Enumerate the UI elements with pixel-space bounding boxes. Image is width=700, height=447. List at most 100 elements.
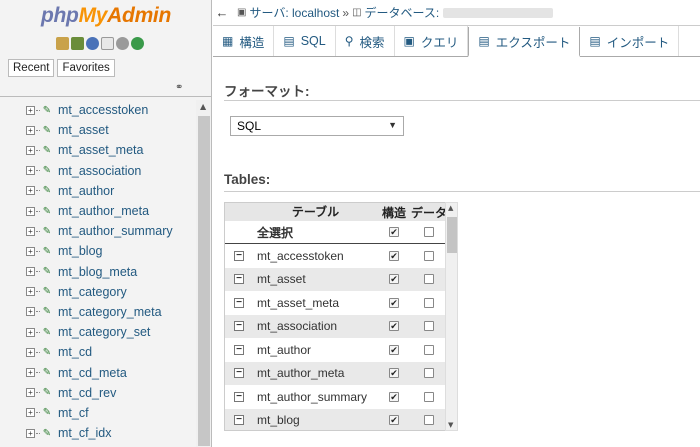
tree-item-label[interactable]: mt_cd_rev [58, 386, 116, 400]
tree-item[interactable]: + ✎ mt_cd_rev [0, 383, 196, 403]
table-structure-icon[interactable]: ✎ [41, 124, 53, 136]
tab-structure[interactable]: ▦ 構造 [213, 26, 275, 56]
table-structure-icon[interactable]: ✎ [41, 205, 53, 217]
nav-scrollbar[interactable]: ▲ [196, 100, 211, 447]
row-structure-checkbox[interactable]: ✔ [389, 297, 399, 308]
tree-item[interactable]: + ✎ mt_cf_idx [0, 423, 196, 443]
row-data-checkbox[interactable] [424, 321, 434, 332]
expand-icon[interactable]: + [26, 287, 35, 297]
tab-import[interactable]: ▤ インポート [580, 26, 680, 56]
row-data-checkbox[interactable] [424, 415, 434, 426]
row-toggle-icon[interactable]: − [234, 321, 244, 332]
tree-item[interactable]: + ✎ mt_author_meta [0, 201, 196, 221]
tab-search[interactable]: ⚲ 検索 [336, 26, 395, 56]
table-structure-icon[interactable]: ✎ [41, 367, 53, 379]
breadcrumb-server[interactable]: サーバ: localhost [249, 4, 339, 21]
tree-item-label[interactable]: mt_accesstoken [58, 103, 148, 117]
tree-item-label[interactable]: mt_category_meta [58, 305, 162, 319]
row-toggle-icon[interactable]: − [234, 250, 244, 261]
table-structure-icon[interactable]: ✎ [41, 104, 53, 116]
breadcrumb-database[interactable]: データベース: [365, 4, 440, 21]
tree-item-label[interactable]: mt_asset [58, 123, 109, 137]
tree-item-label[interactable]: mt_author_meta [58, 204, 149, 218]
format-select[interactable]: SQL ▼ [230, 116, 404, 136]
expand-icon[interactable]: + [26, 408, 35, 418]
tree-item-label[interactable]: mt_cd [58, 345, 92, 359]
row-toggle-icon[interactable]: − [234, 368, 244, 379]
scroll-down-arrow-icon[interactable]: ▼ [448, 421, 453, 429]
tree-item[interactable]: + ✎ mt_association [0, 161, 196, 181]
tab-export[interactable]: ▤ エクスポート [468, 27, 581, 57]
tree-item[interactable]: + ✎ mt_cd_meta [0, 362, 196, 382]
row-structure-checkbox[interactable]: ✔ [389, 274, 399, 285]
row-toggle-icon[interactable]: − [234, 297, 244, 308]
row-data-checkbox[interactable] [424, 274, 434, 285]
expand-icon[interactable]: + [26, 428, 35, 438]
table-structure-icon[interactable]: ✎ [41, 326, 53, 338]
scrollbar-thumb[interactable] [447, 217, 457, 253]
expand-icon[interactable]: + [26, 105, 35, 115]
table-structure-icon[interactable]: ✎ [41, 165, 53, 177]
tree-item-label[interactable]: mt_blog [58, 244, 102, 258]
expand-icon[interactable]: + [26, 166, 35, 176]
row-toggle-icon[interactable]: − [234, 344, 244, 355]
tree-item[interactable]: + ✎ mt_blog [0, 241, 196, 261]
row-structure-checkbox[interactable]: ✔ [389, 250, 399, 261]
collapse-nav-icon[interactable]: ← [213, 5, 231, 20]
tree-item[interactable]: + ✎ mt_cd [0, 342, 196, 362]
tree-item-label[interactable]: mt_author [58, 184, 114, 198]
help-icon[interactable] [86, 37, 99, 50]
scrollbar-thumb[interactable] [198, 116, 210, 446]
phpmyadmin-logo[interactable]: phpMyAdmin [0, 4, 211, 28]
tree-item[interactable]: + ✎ mt_author_summary [0, 221, 196, 241]
tree-item[interactable]: + ✎ mt_category [0, 282, 196, 302]
tab-query[interactable]: ▣ クエリ [395, 26, 469, 56]
row-structure-checkbox[interactable]: ✔ [389, 415, 399, 426]
row-data-checkbox[interactable] [424, 297, 434, 308]
home-icon[interactable] [56, 37, 69, 50]
table-structure-icon[interactable]: ✎ [41, 427, 53, 439]
row-data-checkbox[interactable] [424, 368, 434, 379]
expand-icon[interactable]: + [26, 347, 35, 357]
table-structure-icon[interactable]: ✎ [41, 185, 53, 197]
tree-item[interactable]: + ✎ mt_asset [0, 120, 196, 140]
expand-icon[interactable]: + [26, 246, 35, 256]
tree-item[interactable]: + ✎ mt_category_set [0, 322, 196, 342]
table-structure-icon[interactable]: ✎ [41, 387, 53, 399]
row-structure-checkbox[interactable]: ✔ [389, 344, 399, 355]
logout-icon[interactable] [71, 37, 84, 50]
tree-item[interactable]: + ✎ mt_category_meta [0, 302, 196, 322]
expand-icon[interactable]: + [26, 267, 35, 277]
docs-icon[interactable] [101, 37, 114, 50]
expand-icon[interactable]: + [26, 145, 35, 155]
row-toggle-icon[interactable]: − [234, 415, 244, 426]
table-structure-icon[interactable]: ✎ [41, 245, 53, 257]
table-structure-icon[interactable]: ✎ [41, 144, 53, 156]
expand-icon[interactable]: + [26, 125, 35, 135]
tree-item-label[interactable]: mt_category [58, 285, 127, 299]
expand-icon[interactable]: + [26, 388, 35, 398]
reload-icon[interactable] [131, 37, 144, 50]
tree-item-label[interactable]: mt_cd_meta [58, 366, 127, 380]
row-structure-checkbox[interactable]: ✔ [389, 391, 399, 402]
expand-icon[interactable]: + [26, 327, 35, 337]
settings-gear-icon[interactable] [116, 37, 129, 50]
tree-item-label[interactable]: mt_category_set [58, 325, 150, 339]
tree-item[interactable]: + ✎ mt_cf [0, 403, 196, 423]
select-all-data-checkbox[interactable] [424, 227, 434, 237]
table-structure-icon[interactable]: ✎ [41, 407, 53, 419]
expand-icon[interactable]: + [26, 186, 35, 196]
tree-item-label[interactable]: mt_cf [58, 406, 89, 420]
expand-icon[interactable]: + [26, 226, 35, 236]
tree-item-label[interactable]: mt_blog_meta [58, 265, 137, 279]
row-structure-checkbox[interactable]: ✔ [389, 368, 399, 379]
expand-icon[interactable]: + [26, 206, 35, 216]
tables-scrollbar[interactable]: ▲ ▼ [445, 202, 458, 431]
row-data-checkbox[interactable] [424, 391, 434, 402]
link-icon[interactable]: ⚭ [175, 82, 183, 93]
tree-item-label[interactable]: mt_cf_idx [58, 426, 112, 440]
tree-item-label[interactable]: mt_asset_meta [58, 143, 143, 157]
scroll-up-arrow-icon[interactable]: ▲ [200, 102, 206, 111]
row-structure-checkbox[interactable]: ✔ [389, 321, 399, 332]
row-data-checkbox[interactable] [424, 344, 434, 355]
